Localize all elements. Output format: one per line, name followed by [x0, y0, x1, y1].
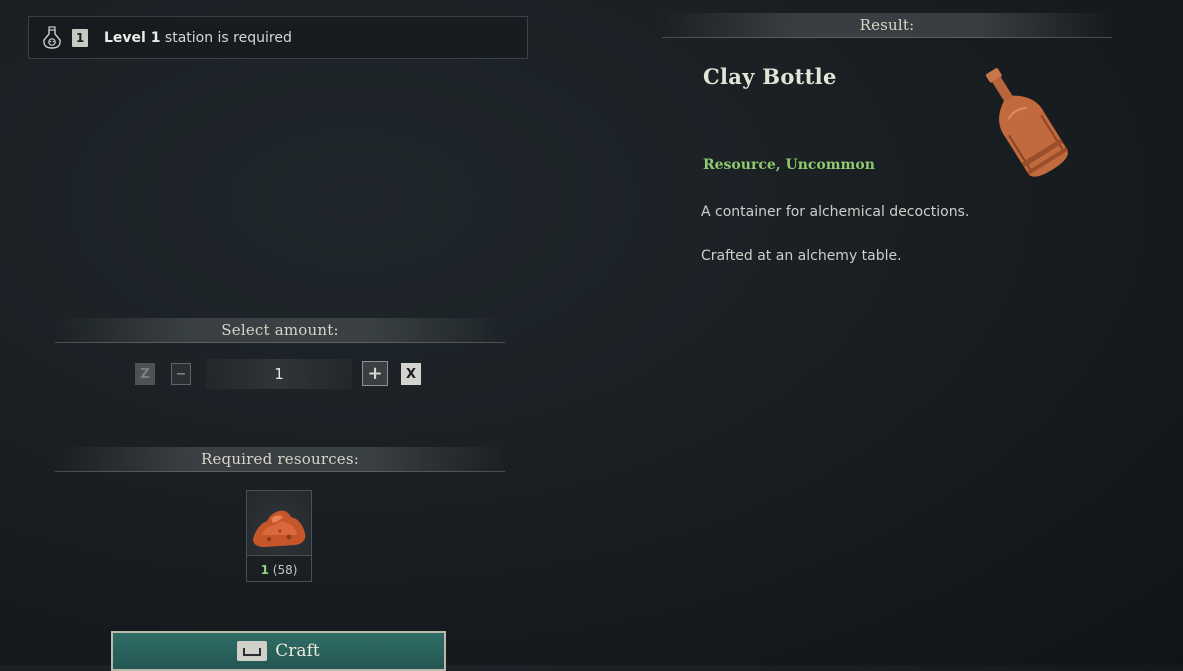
station-requirement-suffix: station is required — [164, 29, 292, 46]
required-resources-header: Required resources: — [55, 447, 505, 472]
increase-key-hint[interactable]: X — [401, 363, 421, 385]
result-header: Result: — [662, 13, 1112, 38]
item-crafting-source: Crafted at an alchemy table. — [701, 248, 902, 264]
item-category: Resource, Uncommon — [703, 157, 875, 173]
resource-image — [247, 491, 311, 556]
resource-count: 1 (58) — [247, 563, 311, 577]
craft-button[interactable]: Craft — [111, 631, 446, 671]
decrease-key-hint[interactable]: Z — [135, 363, 155, 385]
station-level: Level 1 — [104, 29, 161, 46]
item-name: Clay Bottle — [703, 64, 837, 89]
station-requirement-text: Level 1 station is required — [104, 30, 292, 46]
clay-resource-icon — [253, 510, 306, 547]
station-requirement: 1 Level 1 station is required — [28, 16, 528, 59]
amount-selector: Z − 1 + X — [130, 359, 430, 389]
decrease-amount-button[interactable]: − — [171, 363, 191, 385]
item-description: A container for alchemical decoctions. — [701, 204, 970, 220]
resource-owned-amount: (58) — [272, 563, 298, 577]
resource-slot-clay[interactable]: 1 (58) — [246, 490, 312, 582]
resource-required-amount: 1 — [260, 563, 269, 577]
amount-value[interactable]: 1 — [206, 359, 352, 389]
minus-icon: − — [175, 366, 187, 382]
craft-button-label: Craft — [275, 641, 320, 661]
plus-icon: + — [367, 363, 383, 384]
level-badge: 1 — [72, 28, 88, 47]
alchemy-flask-icon — [43, 25, 61, 49]
select-amount-header: Select amount: — [55, 318, 505, 343]
spacebar-key-icon — [237, 641, 268, 661]
clay-bottle-icon — [986, 68, 1068, 177]
increase-amount-button[interactable]: + — [362, 361, 388, 386]
